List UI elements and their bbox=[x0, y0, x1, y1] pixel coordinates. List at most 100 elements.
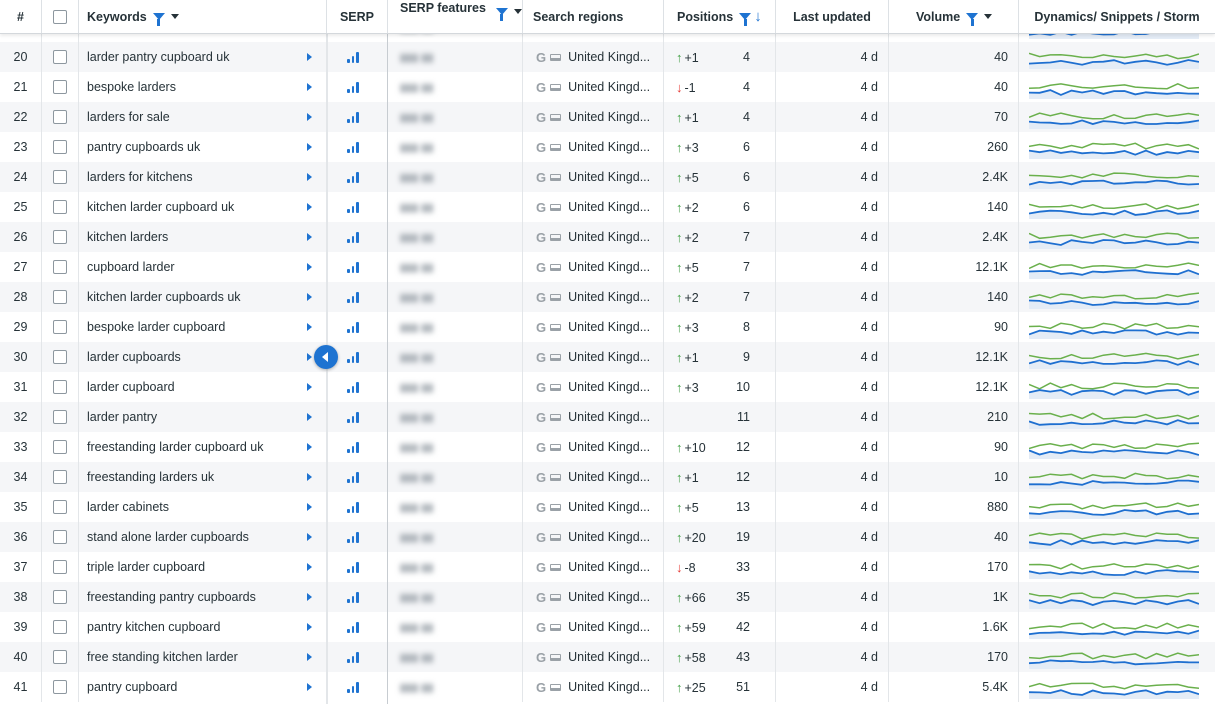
keyword-text[interactable]: stand alone larder cupboards bbox=[87, 530, 249, 544]
header-select-all[interactable] bbox=[42, 0, 79, 33]
table-row[interactable]: 20 larder pantry cupboard uk ▮▮▮ ▮▮ G United… bbox=[0, 42, 1215, 72]
serp-cell[interactable] bbox=[327, 192, 388, 222]
keyword-cell[interactable]: pantry kitchen cupboard bbox=[79, 612, 327, 642]
keyword-cell[interactable]: bespoke larders bbox=[79, 72, 327, 102]
keyword-text[interactable]: pantry kitchen cupboard bbox=[87, 620, 220, 634]
chevron-down-icon[interactable] bbox=[513, 9, 522, 14]
table-row[interactable]: 21 bespoke larders ▮▮▮ ▮▮ G United Kingd... ↓… bbox=[0, 72, 1215, 102]
row-checkbox[interactable] bbox=[53, 470, 67, 484]
keyword-text[interactable]: larder cupboards bbox=[87, 350, 181, 364]
dynamics-cell[interactable] bbox=[1019, 522, 1215, 552]
row-select[interactable] bbox=[42, 612, 79, 642]
row-select[interactable] bbox=[42, 132, 79, 162]
bar-chart-icon[interactable] bbox=[347, 621, 359, 633]
sparkline[interactable] bbox=[1029, 525, 1199, 549]
sparkline[interactable] bbox=[1029, 555, 1199, 579]
header-last-updated[interactable]: Last updated bbox=[776, 0, 889, 33]
bar-chart-icon[interactable] bbox=[347, 291, 359, 303]
table-row[interactable]: 25 kitchen larder cupboard uk ▮▮▮ ▮▮ G Unite… bbox=[0, 192, 1215, 222]
expand-arrow-icon[interactable] bbox=[307, 233, 312, 241]
collapse-panel-button[interactable] bbox=[314, 345, 338, 369]
row-checkbox[interactable] bbox=[53, 620, 67, 634]
header-serp-features[interactable]: SERP features bbox=[388, 0, 523, 33]
bar-chart-icon[interactable] bbox=[347, 381, 359, 393]
keyword-cell[interactable]: free standing kitchen larder bbox=[79, 642, 327, 672]
row-select[interactable] bbox=[42, 642, 79, 672]
keyword-text[interactable]: larder cupboard bbox=[87, 380, 175, 394]
sparkline[interactable] bbox=[1029, 135, 1199, 159]
keyword-cell[interactable]: freestanding pantry cupboards bbox=[79, 582, 327, 612]
dynamics-cell[interactable] bbox=[1019, 132, 1215, 162]
keyword-text[interactable]: pantry cupboards uk bbox=[87, 140, 200, 154]
keyword-text[interactable]: larder cabinets bbox=[87, 500, 169, 514]
header-dynamics[interactable]: Dynamics/ Snippets / Storm bbox=[1019, 0, 1215, 33]
bar-chart-icon[interactable] bbox=[347, 351, 359, 363]
serp-cell[interactable] bbox=[327, 642, 388, 672]
row-select[interactable] bbox=[42, 342, 79, 372]
row-checkbox[interactable] bbox=[53, 80, 67, 94]
row-checkbox[interactable] bbox=[53, 350, 67, 364]
row-checkbox[interactable] bbox=[53, 410, 67, 424]
filter-icon[interactable] bbox=[739, 13, 752, 26]
row-checkbox[interactable] bbox=[53, 680, 67, 694]
bar-chart-icon[interactable] bbox=[347, 141, 359, 153]
serp-cell[interactable] bbox=[327, 42, 388, 72]
row-select[interactable] bbox=[42, 312, 79, 342]
table-row[interactable]: 27 cupboard larder ▮▮▮ ▮▮ G United Kingd... ↑… bbox=[0, 252, 1215, 282]
keyword-cell[interactable]: larder cupboard bbox=[79, 372, 327, 402]
keyword-text[interactable]: cupboard larder bbox=[87, 260, 175, 274]
serp-cell[interactable] bbox=[327, 372, 388, 402]
row-checkbox[interactable] bbox=[53, 500, 67, 514]
dynamics-cell[interactable] bbox=[1019, 72, 1215, 102]
row-checkbox[interactable] bbox=[53, 230, 67, 244]
serp-cell[interactable] bbox=[327, 522, 388, 552]
dynamics-cell[interactable] bbox=[1019, 252, 1215, 282]
header-volume[interactable]: Volume bbox=[889, 0, 1019, 33]
row-checkbox[interactable] bbox=[53, 590, 67, 604]
row-select[interactable] bbox=[42, 402, 79, 432]
serp-cell[interactable] bbox=[327, 252, 388, 282]
table-row[interactable]: 41 pantry cupboard ▮▮▮ ▮▮ G United Kingd... ↑… bbox=[0, 672, 1215, 702]
row-checkbox[interactable] bbox=[53, 380, 67, 394]
sparkline[interactable] bbox=[1029, 195, 1199, 219]
table-row[interactable]: 38 freestanding pantry cupboards ▮▮▮ ▮▮ G Un… bbox=[0, 582, 1215, 612]
keyword-cell[interactable]: triple larder cupboard bbox=[79, 552, 327, 582]
row-checkbox[interactable] bbox=[53, 440, 67, 454]
expand-arrow-icon[interactable] bbox=[307, 263, 312, 271]
table-row[interactable]: 39 pantry kitchen cupboard ▮▮▮ ▮▮ G United K… bbox=[0, 612, 1215, 642]
row-checkbox[interactable] bbox=[53, 530, 67, 544]
table-row[interactable]: 22 larders for sale ▮▮▮ ▮▮ G United Kingd...… bbox=[0, 102, 1215, 132]
header-search-regions[interactable]: Search regions bbox=[523, 0, 664, 33]
expand-arrow-icon[interactable] bbox=[307, 383, 312, 391]
sparkline[interactable] bbox=[1029, 285, 1199, 309]
dynamics-cell[interactable] bbox=[1019, 432, 1215, 462]
row-checkbox[interactable] bbox=[53, 560, 67, 574]
expand-arrow-icon[interactable] bbox=[307, 293, 312, 301]
bar-chart-icon[interactable] bbox=[347, 651, 359, 663]
keyword-text[interactable]: free standing kitchen larder bbox=[87, 650, 238, 664]
expand-arrow-icon[interactable] bbox=[307, 53, 312, 61]
dynamics-cell[interactable] bbox=[1019, 612, 1215, 642]
dynamics-cell[interactable] bbox=[1019, 402, 1215, 432]
row-select[interactable] bbox=[42, 552, 79, 582]
sparkline[interactable] bbox=[1029, 105, 1199, 129]
header-keywords[interactable]: Keywords bbox=[79, 0, 327, 33]
row-select[interactable] bbox=[42, 222, 79, 252]
chevron-down-icon[interactable] bbox=[984, 14, 993, 19]
header-positions[interactable]: Positions ↓ bbox=[664, 0, 776, 33]
bar-chart-icon[interactable] bbox=[347, 441, 359, 453]
expand-arrow-icon[interactable] bbox=[307, 563, 312, 571]
bar-chart-icon[interactable] bbox=[347, 531, 359, 543]
table-row[interactable]: 31 larder cupboard ▮▮▮ ▮▮ G United Kingd... ↑… bbox=[0, 372, 1215, 402]
expand-arrow-icon[interactable] bbox=[307, 203, 312, 211]
dynamics-cell[interactable] bbox=[1019, 372, 1215, 402]
row-select[interactable] bbox=[42, 492, 79, 522]
bar-chart-icon[interactable] bbox=[347, 411, 359, 423]
bar-chart-icon[interactable] bbox=[347, 111, 359, 123]
keyword-text[interactable]: triple larder cupboard bbox=[87, 560, 205, 574]
sort-descending-icon[interactable]: ↓ bbox=[754, 8, 762, 25]
dynamics-cell[interactable] bbox=[1019, 162, 1215, 192]
row-checkbox[interactable] bbox=[53, 320, 67, 334]
table-row[interactable]: 37 triple larder cupboard ▮▮▮ ▮▮ G United Ki… bbox=[0, 552, 1215, 582]
chevron-down-icon[interactable] bbox=[170, 14, 179, 19]
